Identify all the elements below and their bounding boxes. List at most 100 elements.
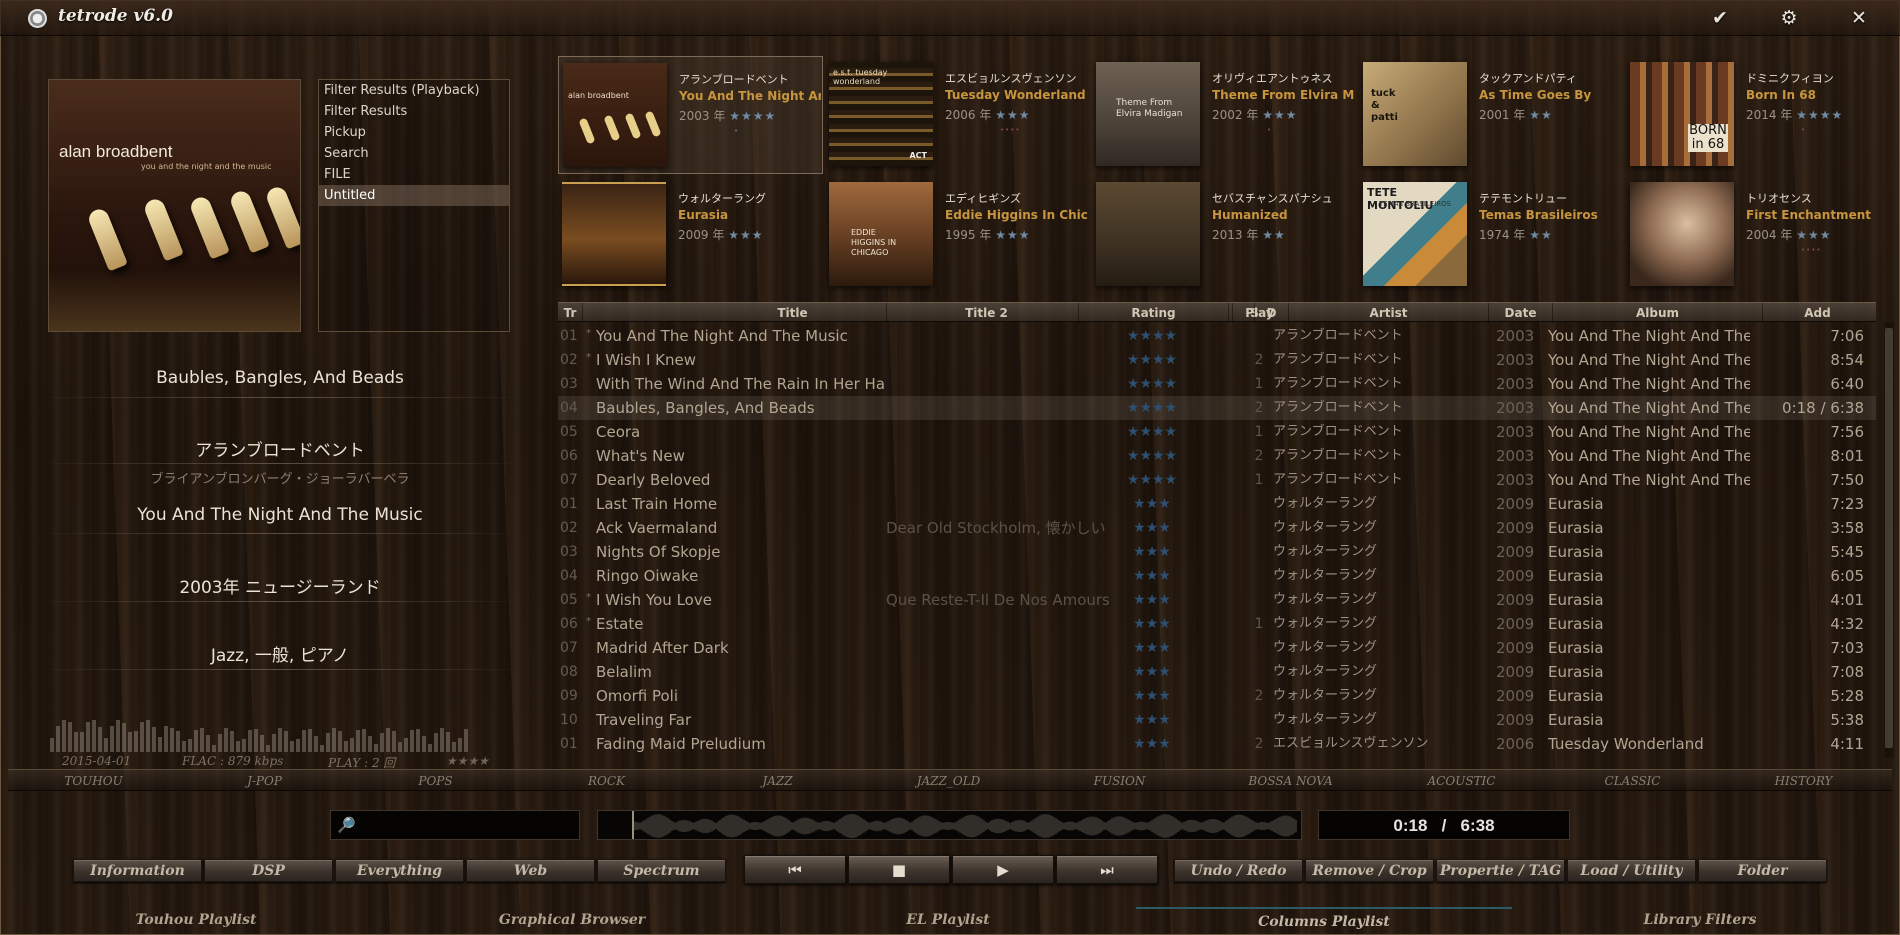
track-rating[interactable]: ★★★★ <box>1082 420 1222 444</box>
track-rating[interactable]: ★★★★ <box>1082 396 1222 420</box>
column-header-artist[interactable]: Artist <box>1288 303 1488 323</box>
table-row[interactable]: 06 * Estate ★★★ 1 ウォルターラング 2009 Eurasia 4:32 <box>558 612 1876 636</box>
track-rating[interactable]: ★★★ <box>1082 660 1222 684</box>
album-tile[interactable]: ウォルターラング Eurasia 2009 年 ★★★ <box>558 176 823 294</box>
album-tile[interactable]: BORN in 68 ドミニクフィヨン Born In 68 2014 年 ★★… <box>1626 56 1891 174</box>
genre-tab[interactable]: ROCK <box>521 770 692 792</box>
check-icon[interactable]: ✔ <box>1708 6 1732 30</box>
track-rating[interactable]: ★★★★ <box>1082 372 1222 396</box>
table-row[interactable]: 09 Omorfi Poli ★★★ 2 ウォルターラング 2009 Eurasia 5:28 <box>558 684 1876 708</box>
table-row[interactable]: 01 * You And The Night And The Music ★★★★ アラ… <box>558 324 1876 348</box>
genre-tab[interactable]: HISTORY <box>1718 770 1889 792</box>
album-tile[interactable]: セバスチャンスパナシュ Humanized 2013 年 ★★ <box>1092 176 1357 294</box>
track-rating[interactable]: ★★★ <box>1082 564 1222 588</box>
dsp-button[interactable]: DSP <box>204 859 333 882</box>
previous-track-button[interactable]: ⏮ <box>744 855 846 884</box>
gear-icon[interactable]: ⚙ <box>1777 6 1801 30</box>
remove-crop-button[interactable]: Remove / Crop <box>1305 859 1434 882</box>
playlist-item[interactable]: FILE <box>319 164 509 185</box>
track-rating[interactable]: ★★★ <box>1082 708 1222 732</box>
undo-redo-button[interactable]: Undo / Redo <box>1174 859 1303 882</box>
genre-tab[interactable]: JAZZ <box>692 770 863 792</box>
track-rating[interactable]: ★★★★ <box>1082 468 1222 492</box>
now-playing-rating[interactable]: ★★★★ <box>446 754 489 768</box>
column-header-tr[interactable]: Tr <box>558 303 582 323</box>
table-row[interactable]: 02 * I Wish I Knew ★★★★ 2 アランブロードベント 2003 You A… <box>558 348 1876 372</box>
table-row[interactable]: 04 Ringo Oiwake ★★★ ウォルターラング 2009 Eurasia 6:05 <box>558 564 1876 588</box>
scrollbar-thumb[interactable] <box>1885 328 1893 748</box>
track-table-header[interactable]: Tr Title Title 2 Rating Play S D Artist … <box>558 302 1876 323</box>
tab-touhou-playlist[interactable]: Touhou Playlist <box>8 907 384 933</box>
column-header-album[interactable]: Album <box>1552 303 1762 323</box>
spectrum-button[interactable]: Spectrum <box>597 859 726 882</box>
track-rating[interactable]: ★★★ <box>1082 732 1222 756</box>
genre-tab[interactable]: CLASSIC <box>1547 770 1718 792</box>
everything-button[interactable]: Everything <box>335 859 464 882</box>
track-table-scrollbar[interactable] <box>1884 322 1894 758</box>
track-rating[interactable]: ★★★ <box>1082 492 1222 516</box>
album-tile[interactable]: Theme From Elvira Madigan オリヴィエアントゥネス Th… <box>1092 56 1357 174</box>
now-playing-cover[interactable]: alan broadbent you and the night and the… <box>48 79 301 332</box>
column-header-rating[interactable]: Rating <box>1078 303 1228 323</box>
album-tile[interactable]: tuck & patti タックアンドパティ As Time Goes By 2… <box>1359 56 1624 174</box>
track-rating[interactable]: ★★★ <box>1082 588 1222 612</box>
tab-el-playlist[interactable]: EL Playlist <box>760 907 1136 933</box>
web-button[interactable]: Web <box>466 859 595 882</box>
genre-tab[interactable]: FUSION <box>1034 770 1205 792</box>
playlist-item[interactable]: Filter Results (Playback) <box>319 80 509 101</box>
table-row[interactable]: 06 What's New ★★★★ 2 アランブロードベント 2003 You And T… <box>558 444 1876 468</box>
album-tile[interactable]: TETE MONTOLIU TEMAS BRASILEIROS テテモントリュー… <box>1359 176 1624 294</box>
panel-tab-bar[interactable]: Touhou Playlist Graphical Browser EL Pla… <box>8 907 1892 933</box>
playlist-item-selected[interactable]: Untitled <box>319 185 509 206</box>
close-icon[interactable]: ✕ <box>1847 6 1871 30</box>
genre-tab[interactable]: J-POP <box>179 770 350 792</box>
album-tile[interactable]: e.s.t. tuesday wonderland ACT エスビョルンスヴェン… <box>825 56 1090 174</box>
play-button[interactable]: ▶ <box>952 855 1054 884</box>
table-row[interactable]: 02 Ack Vaermaland Dear Old Stockholm, 懐かしい… <box>558 516 1876 540</box>
tab-graphical-browser[interactable]: Graphical Browser <box>384 907 760 933</box>
track-table-body[interactable]: 01 * You And The Night And The Music ★★★★ アラ… <box>558 324 1876 756</box>
album-tile[interactable]: EDDIE HIGGINS IN CHICAGO エディヒギンズ Eddie H… <box>825 176 1090 294</box>
genre-tab[interactable]: BOSSA NOVA <box>1205 770 1376 792</box>
seek-position-marker[interactable] <box>632 811 634 840</box>
track-rating[interactable]: ★★★ <box>1082 636 1222 660</box>
genre-tab[interactable]: POPS <box>350 770 521 792</box>
table-row[interactable]: 10 Traveling Far ★★★ ウォルターラング 2009 Eurasia 5:3… <box>558 708 1876 732</box>
album-tile[interactable]: alan broadbent アランブロードベント You And The Ni… <box>558 56 823 174</box>
column-header-date[interactable]: Date <box>1488 303 1552 323</box>
track-rating[interactable]: ★★★ <box>1082 684 1222 708</box>
table-row[interactable]: 05 * I Wish You Love Que Reste-T-Il De Nos … <box>558 588 1876 612</box>
load-utility-button[interactable]: Load / Utility <box>1567 859 1696 882</box>
next-track-button[interactable]: ⏭ <box>1056 855 1158 884</box>
table-row[interactable]: 07 Dearly Beloved ★★★★ 1 アランブロードベント 2003 You A… <box>558 468 1876 492</box>
track-rating[interactable]: ★★★★ <box>1082 444 1222 468</box>
search-icon[interactable]: 🔎 <box>337 816 356 834</box>
table-row[interactable]: 03 With The Wind And The Rain In Her Hair… <box>558 372 1876 396</box>
column-header-add[interactable]: Add <box>1762 303 1872 323</box>
folder-button[interactable]: Folder <box>1698 859 1827 882</box>
genre-tab[interactable]: TOUHOU <box>8 770 179 792</box>
tab-library-filters[interactable]: Library Filters <box>1512 907 1888 933</box>
information-button[interactable]: Information <box>73 859 202 882</box>
table-row[interactable]: 01 Last Train Home ★★★ ウォルターラング 2009 Eurasia 7… <box>558 492 1876 516</box>
table-row[interactable]: 05 Ceora ★★★★ 1 アランブロードベント 2003 You And The Ni… <box>558 420 1876 444</box>
title-bar[interactable]: tetrode v6.0 ✔ ⚙ ✕ <box>0 0 1900 36</box>
track-rating[interactable]: ★★★ <box>1082 612 1222 636</box>
table-row-current[interactable]: 04 Baubles, Bangles, And Beads ★★★★ 2 アランブロー… <box>558 396 1876 420</box>
genre-tab[interactable]: ACOUSTIC <box>1376 770 1547 792</box>
album-tile[interactable]: トリオセンス First Enchantment 2004 年 ★★★ •••• <box>1626 176 1891 294</box>
genre-tab[interactable]: JAZZ_OLD <box>863 770 1034 792</box>
playlist-item[interactable]: Pickup <box>319 122 509 143</box>
track-rating[interactable]: ★★★ <box>1082 540 1222 564</box>
playlist-item[interactable]: Search <box>319 143 509 164</box>
table-row[interactable]: 08 Belalim ★★★ ウォルターラング 2009 Eurasia 7:08 <box>558 660 1876 684</box>
playlist-item[interactable]: Filter Results <box>319 101 509 122</box>
properties-tag-button[interactable]: Propertie / TAG <box>1436 859 1565 882</box>
track-rating[interactable]: ★★★ <box>1082 516 1222 540</box>
column-header-title2[interactable]: Title 2 <box>886 303 1086 323</box>
table-row[interactable]: 07 Madrid After Dark ★★★ ウォルターラング 2009 Eurasi… <box>558 636 1876 660</box>
search-box[interactable]: 🔎 <box>330 810 580 840</box>
stop-button[interactable]: ■ <box>848 855 950 884</box>
genre-tab-bar[interactable]: TOUHOU J-POP POPS ROCK JAZZ JAZZ_OLD FUS… <box>8 769 1892 791</box>
tab-columns-playlist[interactable]: Columns Playlist <box>1136 907 1512 933</box>
